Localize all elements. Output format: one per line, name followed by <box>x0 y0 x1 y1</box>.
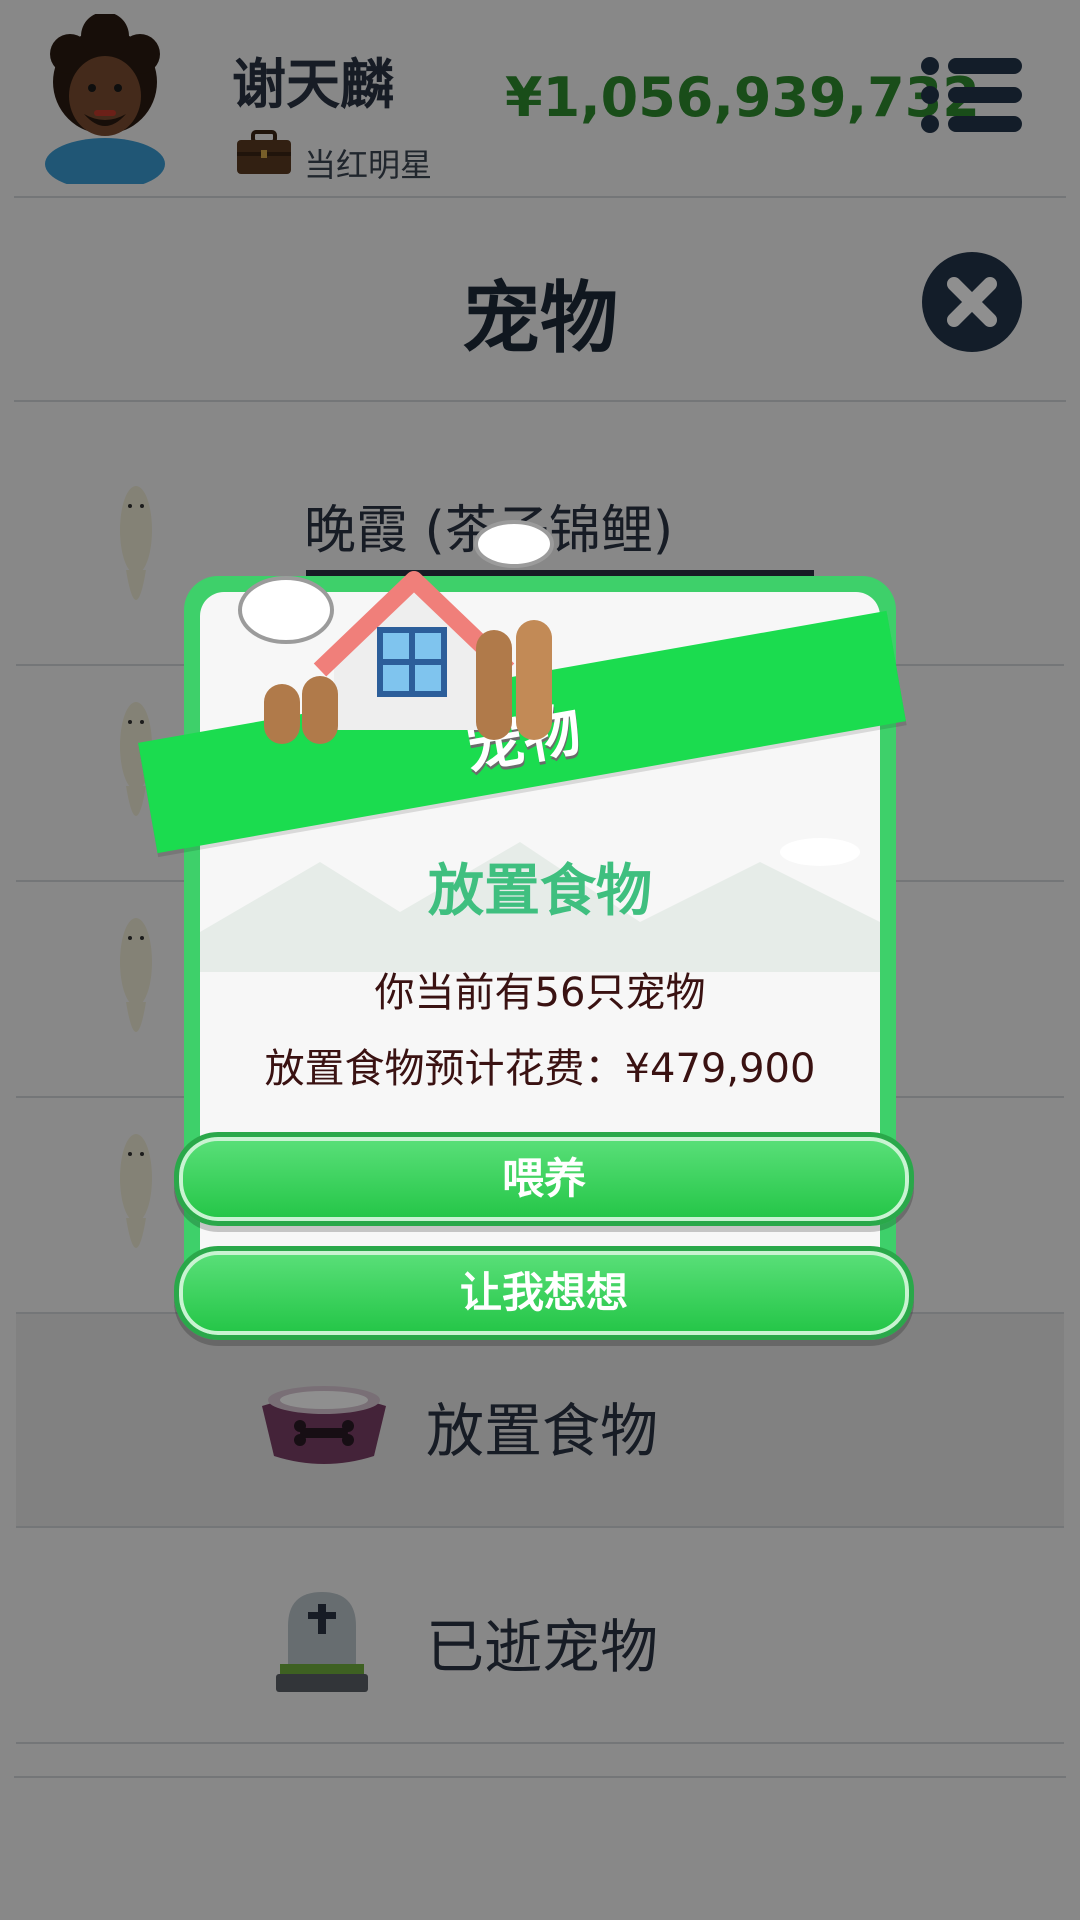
feed-cost-text: 放置食物预计花费：¥479,900 <box>264 1046 816 1092</box>
feed-confirm-button[interactable]: 喂养 <box>174 1132 914 1226</box>
pet-count-text: 你当前有56只宠物 <box>374 970 706 1016</box>
dialog-heading: 放置食物 <box>428 859 652 924</box>
think-again-button[interactable]: 让我想想 <box>174 1246 914 1340</box>
pet-house-icon <box>238 520 554 744</box>
